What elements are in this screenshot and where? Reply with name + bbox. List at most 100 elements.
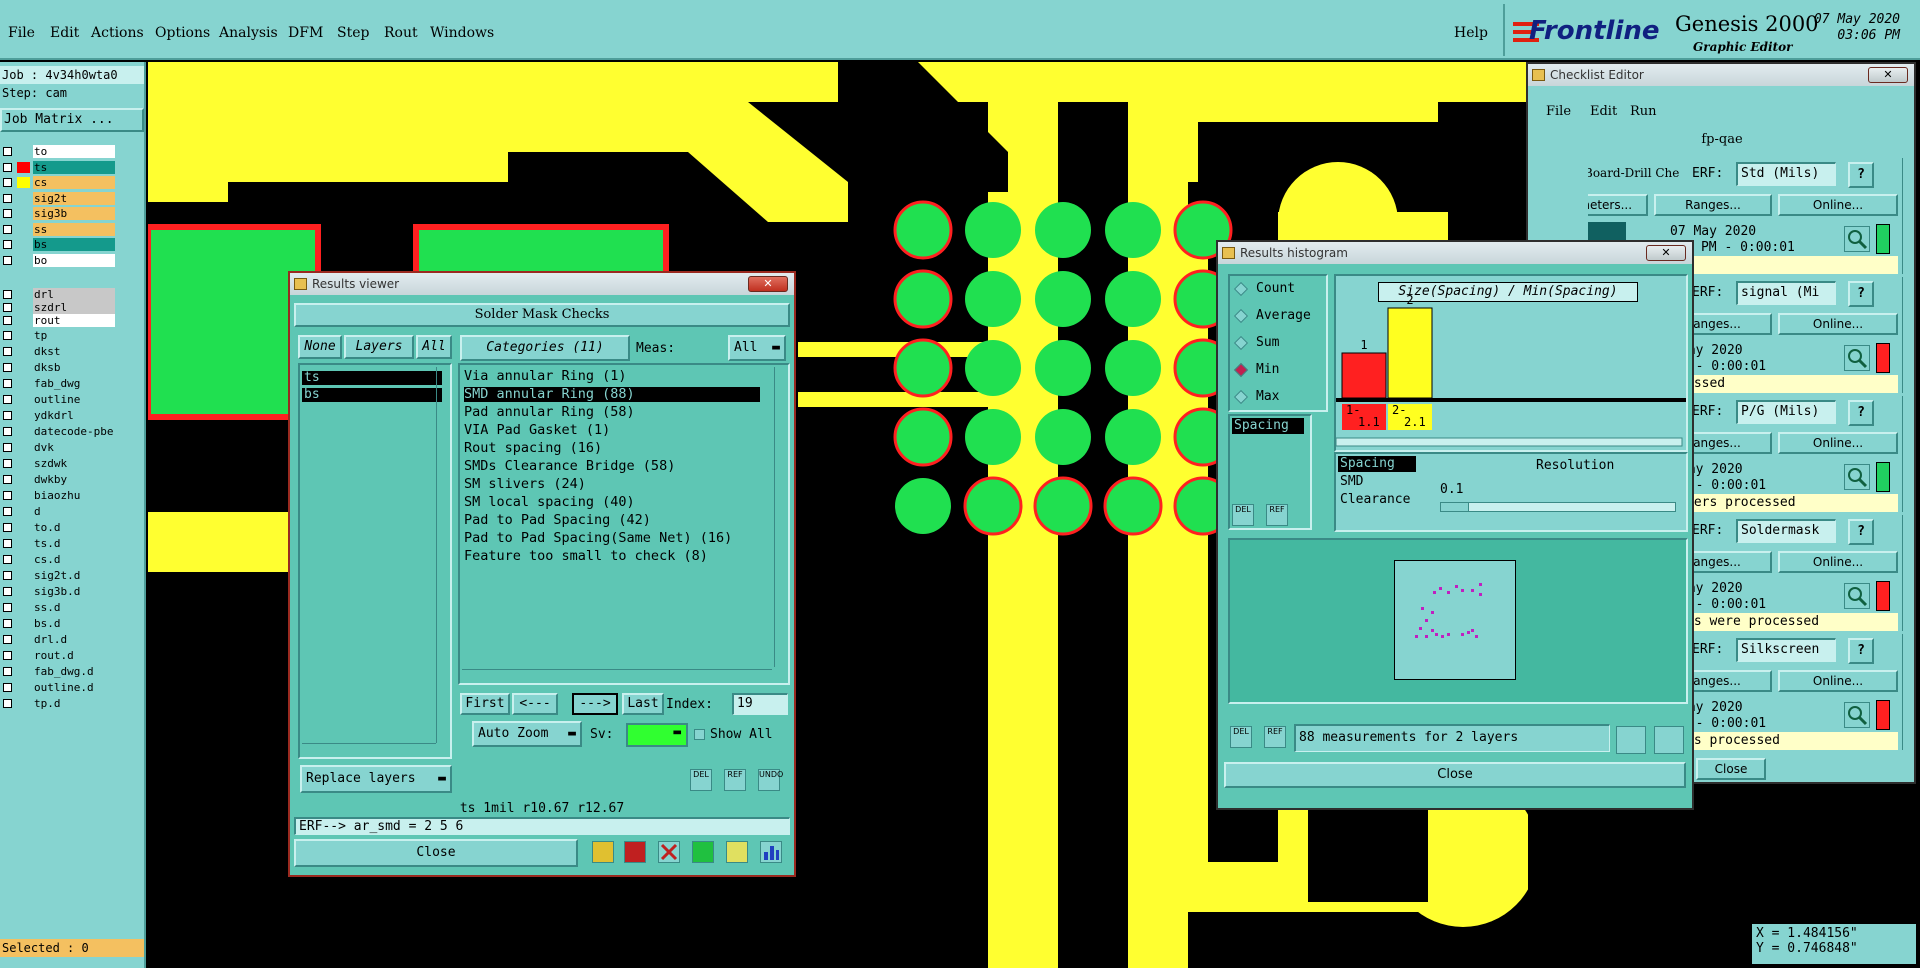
layer-checkbox[interactable] — [3, 147, 12, 156]
checklist-menu-file[interactable]: File — [1546, 104, 1571, 119]
category-item[interactable]: SMDs Clearance Bridge (58) — [464, 459, 760, 474]
layer-row-tp[interactable]: tp — [0, 328, 118, 343]
checklist-menu-edit[interactable]: Edit — [1590, 104, 1617, 119]
layer-row-ss[interactable]: ss — [0, 222, 118, 237]
zoom-results-icon[interactable] — [1844, 464, 1870, 490]
layer-checkbox[interactable] — [3, 523, 12, 532]
layer-row-dksb[interactable]: dksb — [0, 360, 118, 375]
category-item[interactable]: Feature too small to check (8) — [464, 549, 760, 564]
layer-row-bs.d[interactable]: bs.d — [0, 616, 118, 631]
layer-checkbox[interactable] — [3, 363, 12, 372]
layer-row-ts.d[interactable]: ts.d — [0, 536, 118, 551]
erf-select[interactable]: Silkscreen — [1736, 638, 1836, 662]
layer-row-bo[interactable]: bo — [0, 253, 118, 268]
help-button[interactable]: ? — [1848, 162, 1874, 188]
checklist-menu-run[interactable]: Run — [1630, 104, 1657, 119]
layer-row-sig2t.d[interactable]: sig2t.d — [0, 568, 118, 583]
menu-windows[interactable]: Windows — [430, 25, 494, 41]
help-button[interactable]: ? — [1848, 638, 1874, 664]
highlight-icon[interactable] — [624, 841, 646, 863]
layer-checkbox[interactable] — [3, 290, 12, 299]
layer-row-tp.d[interactable]: tp.d — [0, 696, 118, 711]
layer-row-sig3b[interactable]: sig3b — [0, 206, 118, 221]
category-item[interactable]: Via annular Ring (1) — [464, 369, 760, 384]
online-button[interactable]: Online... — [1778, 194, 1898, 216]
layer-checkbox[interactable] — [3, 635, 12, 644]
checklist-close-button[interactable]: Close — [1696, 758, 1766, 780]
undo-icon[interactable]: UNDO — [758, 769, 783, 791]
menu-options[interactable]: Options — [155, 25, 210, 41]
zoom-results-icon[interactable] — [1844, 226, 1870, 252]
layer-row-drl.d[interactable]: drl.d — [0, 632, 118, 647]
radio-diamond-icon[interactable] — [1233, 335, 1249, 351]
help-button[interactable]: ? — [1848, 400, 1874, 426]
layer-row-sig2t[interactable]: sig2t — [0, 191, 118, 206]
meas-select[interactable]: All ▬ — [728, 335, 786, 361]
radio-diamond-icon[interactable] — [1233, 281, 1249, 297]
close-window-button[interactable]: ✕ — [1868, 67, 1908, 83]
help-button[interactable]: ? — [1848, 281, 1874, 307]
ref-icon[interactable]: REF — [1264, 726, 1286, 748]
layer-row-ss.d[interactable]: ss.d — [0, 600, 118, 615]
online-button[interactable]: Online... — [1778, 670, 1898, 692]
layer-checkbox[interactable] — [3, 459, 12, 468]
menu-step[interactable]: Step — [337, 25, 369, 41]
layer-checkbox[interactable] — [3, 555, 12, 564]
checklist-scrollbar[interactable] — [1902, 634, 1914, 750]
category-item[interactable]: SM local spacing (40) — [464, 495, 760, 510]
layer-row-ydkdrl[interactable]: ydkdrl — [0, 408, 118, 423]
replace-layers-select[interactable]: Replace layers ▬ — [300, 765, 452, 793]
layer-checkbox[interactable] — [3, 683, 12, 692]
menu-file[interactable]: File — [8, 25, 35, 41]
category-item[interactable]: Rout spacing (16) — [464, 441, 760, 456]
layer-checkbox[interactable] — [3, 507, 12, 516]
stat-option-count[interactable]: Count — [1233, 280, 1324, 298]
layer-row-to.d[interactable]: to.d — [0, 520, 118, 535]
stat-option-sum[interactable]: Sum — [1233, 334, 1324, 352]
radio-diamond-icon[interactable] — [1233, 308, 1249, 324]
exclude-icon[interactable] — [658, 841, 680, 863]
layers-list[interactable]: ts bs — [298, 363, 452, 759]
layer-row-rout.d[interactable]: rout.d — [0, 648, 118, 663]
zoom-icon[interactable] — [1654, 726, 1684, 754]
pointer-icon[interactable] — [592, 841, 614, 863]
del-icon[interactable]: DEL — [690, 769, 712, 791]
zoom-results-icon[interactable] — [1844, 702, 1870, 728]
layer-row-dwkby[interactable]: dwkby — [0, 472, 118, 487]
zoom-results-icon[interactable] — [1844, 345, 1870, 371]
menu-actions[interactable]: Actions — [91, 25, 144, 41]
close-window-button[interactable]: ✕ — [1646, 245, 1686, 261]
preview-thumbnail[interactable] — [1394, 560, 1516, 680]
layer-checkbox[interactable] — [3, 331, 12, 340]
layer-checkbox[interactable] — [3, 587, 12, 596]
layer-checkbox[interactable] — [3, 571, 12, 580]
del-icon[interactable]: DEL — [1232, 504, 1254, 526]
layer-checkbox[interactable] — [3, 395, 12, 404]
ref-icon[interactable]: REF — [724, 769, 746, 791]
checklist-scrollbar[interactable] — [1902, 396, 1914, 512]
online-button[interactable]: Online... — [1778, 313, 1898, 335]
layer-checkbox[interactable] — [3, 699, 12, 708]
categories-hscrollbar[interactable] — [462, 669, 772, 681]
layer-color-swatch[interactable] — [17, 146, 30, 157]
auto-zoom-select[interactable]: Auto Zoom ▬ — [472, 721, 582, 747]
close-window-button[interactable]: ✕ — [748, 276, 788, 292]
layer-checkbox[interactable] — [3, 379, 12, 388]
layer-checkbox[interactable] — [3, 224, 12, 234]
category-item[interactable]: SM slivers (24) — [464, 477, 760, 492]
bucket-item[interactable]: SMD — [1338, 474, 1416, 490]
layer-row-szdwk[interactable]: szdwk — [0, 456, 118, 471]
del-icon[interactable]: DEL — [1230, 726, 1252, 748]
erf-select[interactable]: P/G (Mils) — [1736, 400, 1836, 424]
last-button[interactable]: Last — [622, 693, 664, 715]
layer-checkbox[interactable] — [3, 491, 12, 500]
first-button[interactable]: First — [460, 693, 510, 715]
layer-row-sig3b.d[interactable]: sig3b.d — [0, 584, 118, 599]
bucket-item[interactable]: Spacing — [1338, 456, 1416, 472]
menu-edit[interactable]: Edit — [50, 25, 79, 41]
measure-list[interactable]: Spacing DEL REF — [1228, 414, 1312, 530]
layers-hscrollbar[interactable] — [302, 743, 436, 755]
layer-checkbox[interactable] — [3, 619, 12, 628]
prev-button[interactable]: <--- — [512, 693, 558, 715]
layer-row-to[interactable]: to — [0, 144, 118, 159]
